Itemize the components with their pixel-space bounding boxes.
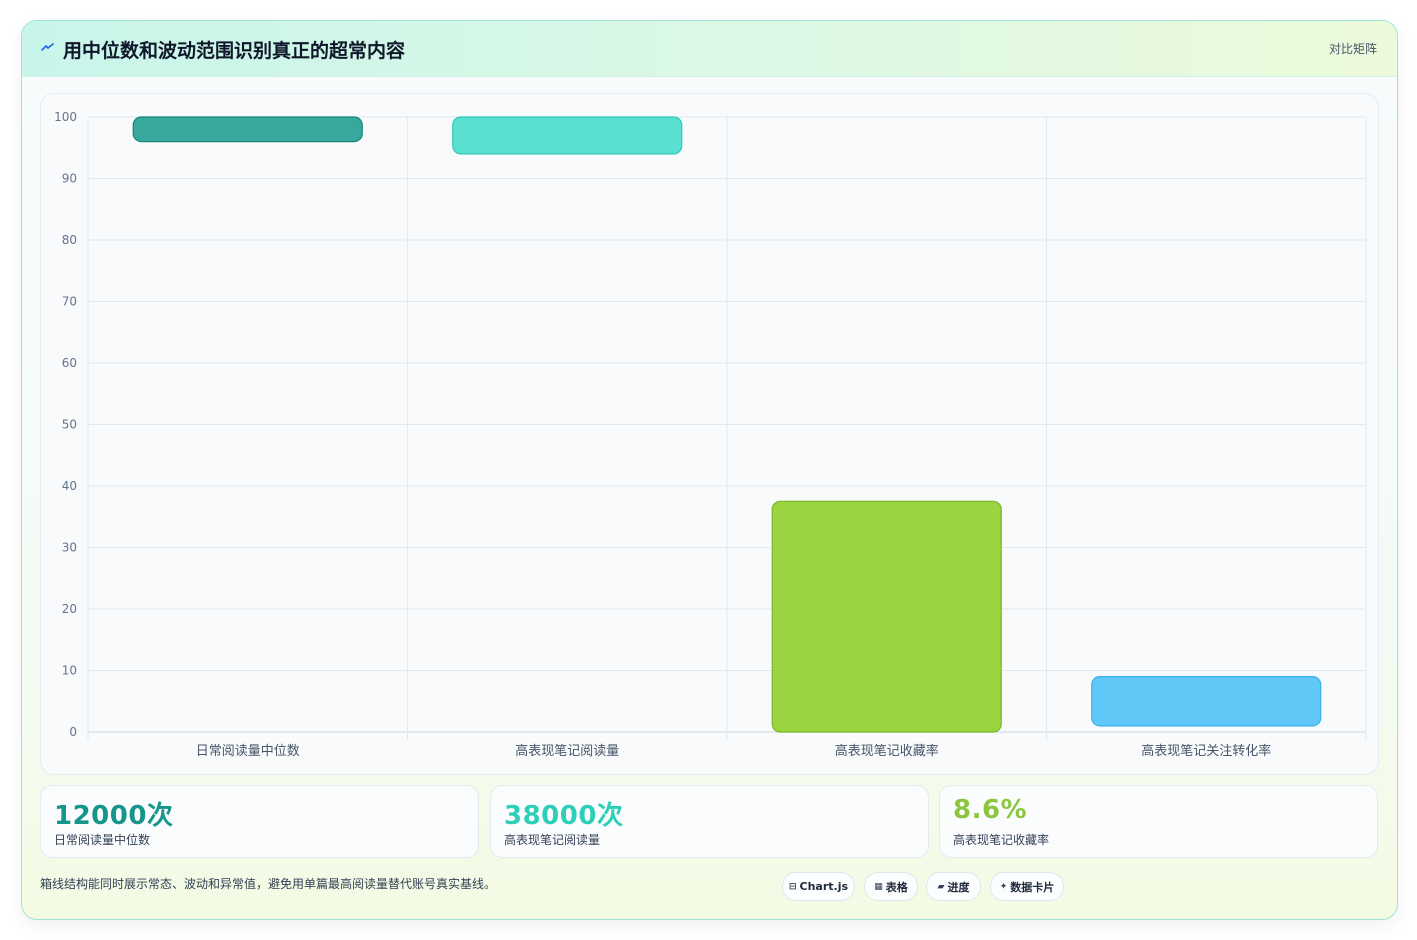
card-icon: ✦ <box>999 881 1008 892</box>
chart-area: 0 10 20 30 40 50 60 70 80 90 100 日常阅读量中位数 高表现笔记阅读量 高表… <box>40 93 1379 775</box>
card-header: 用中位数和波动范围识别真正的超常内容 对比矩阵 <box>22 21 1397 77</box>
kpi-value: 38000次 <box>504 801 624 831</box>
x-tick-label: 日常阅读量中位数 <box>196 744 300 759</box>
y-tick-label: 90 <box>62 172 77 186</box>
chip-label: Chart.js <box>799 880 849 893</box>
footer-note: 箱线结构能同时展示常态、波动和异常值，避免用单篇最高阅读量替代账号真实基线。 <box>40 877 497 891</box>
kpi-value: 8.6% <box>953 795 1028 825</box>
range-bar <box>1091 676 1322 727</box>
kpi-label: 高表现笔记收藏率 <box>953 833 1050 847</box>
kpi-value: 12000次 <box>54 801 174 831</box>
y-tick-label: 50 <box>62 418 77 432</box>
x-tick-label: 高表现笔记收藏率 <box>835 743 939 759</box>
chart-card: 用中位数和波动范围识别真正的超常内容 对比矩阵 0 10 20 30 40 50 60 70 8… <box>21 20 1398 920</box>
chart-icon: ⊟ <box>788 881 797 892</box>
kpi-card-top-reads: 38000次 高表现笔记阅读量 <box>490 785 929 858</box>
card-title: 用中位数和波动范围识别真正的超常内容 <box>63 40 406 62</box>
x-tick-label: 高表现笔记阅读量 <box>515 743 619 759</box>
y-tick-label: 0 <box>69 725 77 739</box>
chip-label: 表格 <box>885 880 908 894</box>
progress-icon: ▰ <box>937 881 945 892</box>
y-tick-label: 30 <box>62 541 77 555</box>
y-tick-label: 60 <box>62 356 77 370</box>
y-tick-label: 20 <box>62 602 77 616</box>
range-bar <box>452 116 683 155</box>
table-icon: ▦ <box>874 881 883 892</box>
y-tick-label: 100 <box>54 110 77 124</box>
kpi-card-median-reads: 12000次 日常阅读量中位数 <box>40 785 479 858</box>
y-tick-label: 10 <box>62 664 77 678</box>
chip-label: 进度 <box>947 880 970 894</box>
y-tick-label: 70 <box>62 295 77 309</box>
chip-progress[interactable]: ▰ 进度 <box>926 872 981 901</box>
card-tag: 对比矩阵 <box>1328 42 1377 56</box>
kpi-label: 日常阅读量中位数 <box>54 833 151 847</box>
chip-data-card[interactable]: ✦ 数据卡片 <box>990 872 1064 901</box>
chip-label: 数据卡片 <box>1010 880 1055 894</box>
kpi-card-save-rate: 8.6% 高表现笔记收藏率 <box>939 785 1378 858</box>
y-tick-label: 80 <box>62 233 77 247</box>
kpi-label: 高表现笔记阅读量 <box>504 833 601 847</box>
chip-table[interactable]: ▦ 表格 <box>864 872 918 901</box>
range-bar <box>771 500 1002 733</box>
chip-chartjs[interactable]: ⊟ Chart.js <box>782 872 855 901</box>
y-tick-label: 40 <box>62 479 77 493</box>
trend-icon <box>41 43 54 51</box>
x-tick-label: 高表现笔记关注转化率 <box>1141 743 1271 759</box>
box-chart: 0 10 20 30 40 50 60 70 80 90 100 日常阅读量中位数 高表现笔记阅读量 高表… <box>54 110 1367 759</box>
range-bar <box>132 116 363 143</box>
